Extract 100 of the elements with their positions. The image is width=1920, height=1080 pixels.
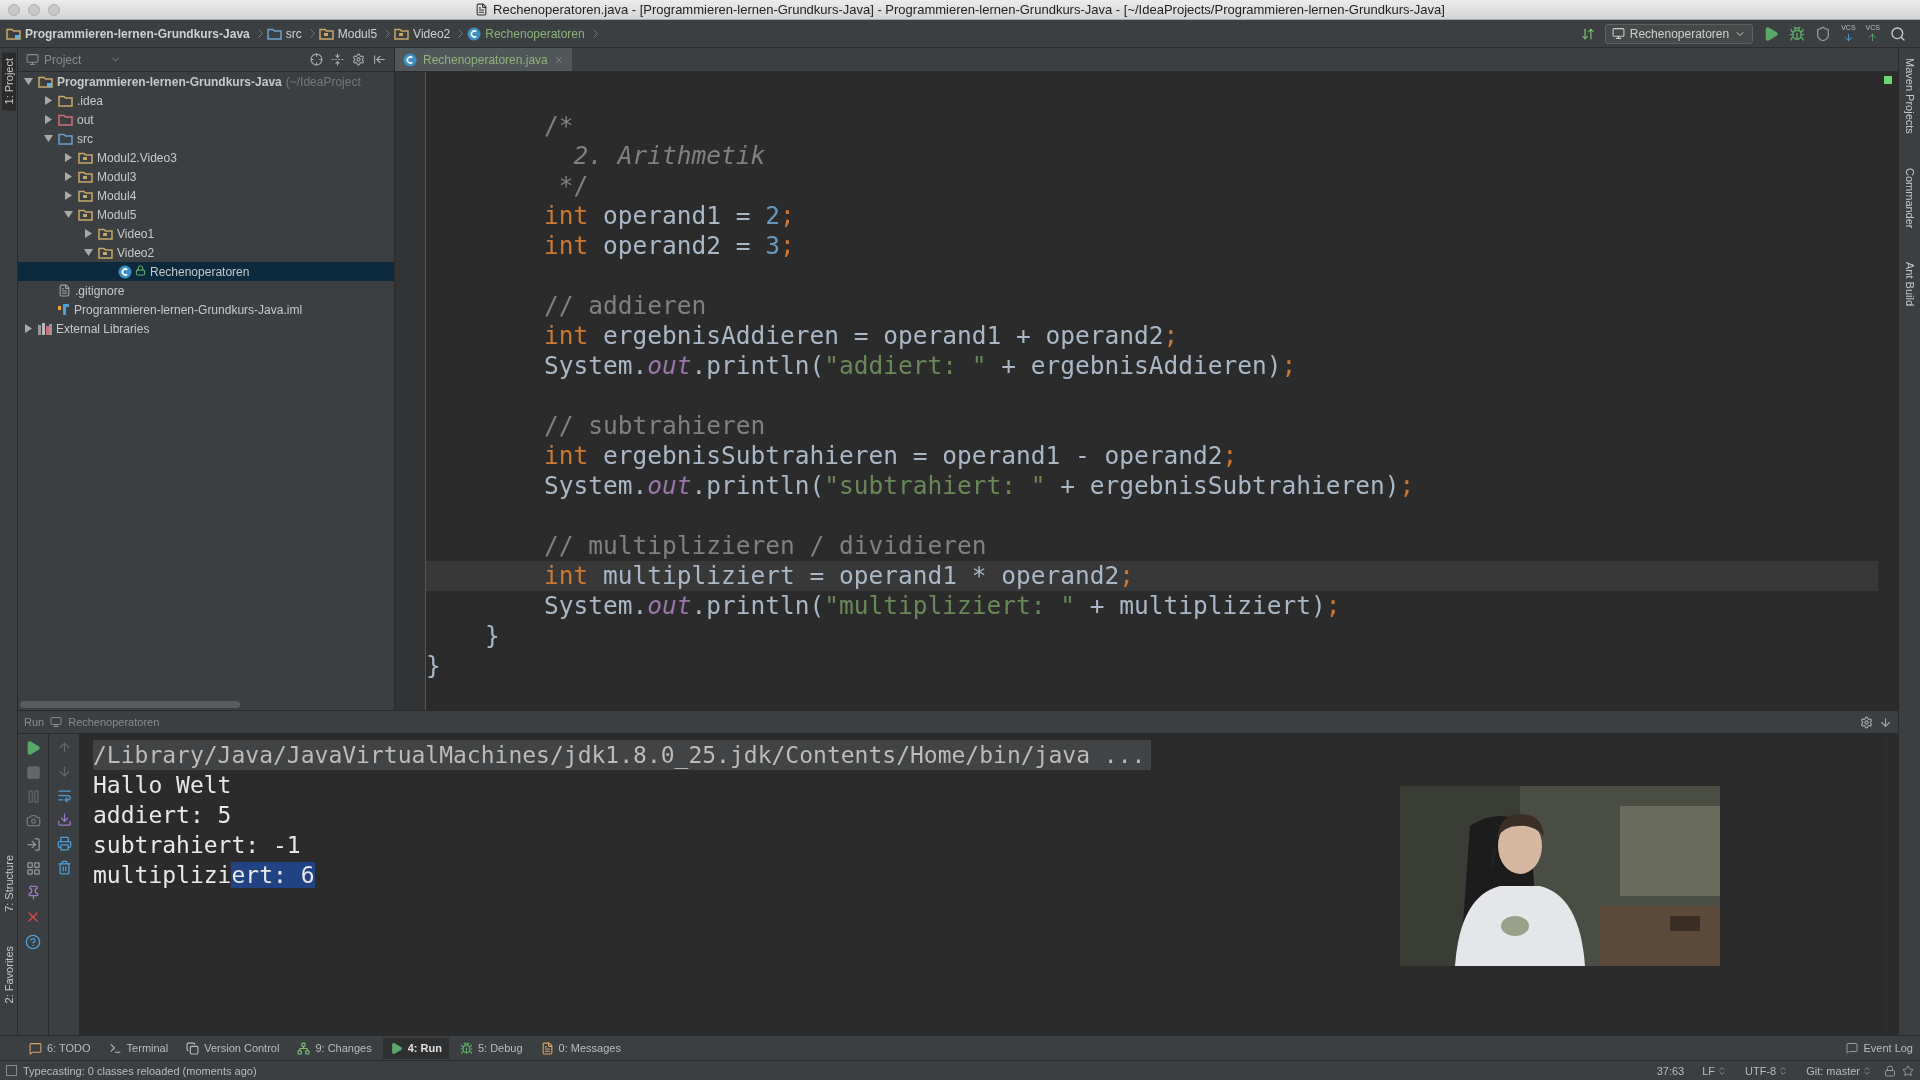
tree-item[interactable]: out [18,110,394,129]
code-line: } [485,621,500,650]
sort-icon [1580,26,1595,41]
tool-windows-toggle-icon[interactable] [6,1065,17,1076]
chevron-icon [592,28,598,38]
tool-window-tab[interactable]: 7: Structure [1,848,16,918]
folder-icon [58,94,73,107]
package-folder-icon [98,227,113,240]
code-line: // multiplizieren / dividieren [544,531,987,560]
tool-window-tab[interactable]: 2: Favorites [1,939,16,1009]
code-line: System.out.println("subtrahiert: " + ergebnisSubtrahieren); [544,471,1415,500]
tool-window-tab[interactable]: 6: TODO [22,1037,98,1059]
collapsed-arrow-icon[interactable] [23,324,33,333]
folder-icon [266,27,282,40]
tree-item-label: External Libraries [56,321,150,336]
tool-window-tab[interactable]: Commander [1902,161,1917,235]
tree-item[interactable]: Programmieren-lernen-Grundkurs-Java (~/IdeaProject [18,72,394,91]
tool-window-tab[interactable]: 5: Debug [452,1037,530,1059]
expanded-arrow-icon[interactable] [63,210,73,219]
status-message: Typecasting: 0 classes reloaded (moments ago) [23,1064,257,1077]
tree-item[interactable]: src [18,129,394,148]
tree-item[interactable]: Modul2.Video3 [18,148,394,167]
up-arrow-icon [56,740,72,755]
code-line: int ergebnisAddieren = operand1 + operand2; [544,321,1179,350]
tree-item[interactable]: Programmieren-lernen-Grundkurs-Java.iml [18,300,394,319]
search-button[interactable] [1890,25,1906,42]
window-title: Rechenoperatoren.java - [Programmieren-lernen-Grundkurs-Java] - Programmieren-lernen-Grundkurs-Java - [~/IdeaProjects/Programmieren-lernen-Grundkurs-Java] [493,2,1445,17]
package-folder-icon [394,27,410,40]
scrollbar-thumb[interactable] [20,701,240,708]
chevron-icon [385,28,391,38]
tool-window-tab[interactable]: Maven Projects [1902,52,1917,140]
tree-item[interactable]: Video2 [18,243,394,262]
status-item[interactable]: 37:63 [1650,1064,1691,1077]
event-log-tab[interactable]: Event Log [1839,1037,1920,1059]
locate-icon [310,53,323,66]
code-line: /* [544,111,574,140]
rerun-icon[interactable] [25,740,41,756]
chevron-icon [257,28,263,38]
tool-window-tab[interactable]: Terminal [101,1037,176,1059]
breadcrumb[interactable]: Modul5 [318,26,378,41]
tree-item[interactable]: External Libraries [18,319,394,338]
console-line: subtrahiert: -1 [93,831,301,860]
run-button[interactable] [1763,25,1780,42]
folder-icon [58,113,73,126]
breadcrumb[interactable]: Rechenoperatoren [467,26,585,41]
expanded-arrow-icon[interactable] [83,248,93,257]
collapsed-arrow-icon[interactable] [63,191,73,200]
tree-item[interactable]: Modul3 [18,167,394,186]
expanded-arrow-icon[interactable] [43,134,53,143]
tree-item[interactable]: Rechenoperatoren [18,262,394,281]
tree-item-label: src [77,131,93,146]
expanded-arrow-icon[interactable] [23,77,33,86]
collapse-icon [331,53,344,66]
tool-window-tab[interactable]: 0: Messages [533,1037,628,1059]
tree-item-label: .gitignore [75,283,125,298]
tree-item[interactable]: Modul5 [18,205,394,224]
collapsed-arrow-icon[interactable] [43,115,53,124]
tool-window-tab[interactable]: 4: Run [382,1037,449,1059]
run-icon [389,1041,403,1055]
collapsed-arrow-icon[interactable] [63,153,73,162]
breadcrumb[interactable]: src [266,26,302,41]
window-icon [1611,27,1625,40]
tree-item-label: Rechenoperatoren [150,264,250,279]
exit-icon [25,837,41,852]
code-line: } [426,651,441,680]
run-configuration-dropdown[interactable]: Rechenoperatoren [1604,23,1754,44]
status-item[interactable]: UTF-8 [1739,1064,1795,1077]
tool-window-tab[interactable]: Version Control [179,1037,287,1059]
code-line: int multipliziert = operand1 * operand2; [544,561,1135,590]
coverage-button[interactable] [1815,25,1832,42]
tree-item[interactable]: Video1 [18,224,394,243]
java-file-icon [475,3,489,16]
tree-item-label: Video1 [117,226,155,241]
debug-button[interactable] [1789,25,1806,42]
package-folder-icon [78,151,93,164]
tree-item-label: out [77,112,94,127]
tree-item-label: Modul4 [97,188,137,203]
tool-window-tab[interactable]: Ant Build [1902,256,1917,313]
collapsed-arrow-icon[interactable] [83,229,93,238]
down-arrow-icon [1842,32,1854,43]
console-line: addiert: 5 [93,801,232,830]
breadcrumb[interactable]: Programmieren-lernen-Grundkurs-Java [6,26,250,41]
code-line: */ [558,171,589,200]
tree-item[interactable]: .idea [18,91,394,110]
tree-item[interactable]: .gitignore [18,281,394,300]
messages-icon [540,1041,554,1055]
stop-icon [25,765,41,780]
tree-item[interactable]: Modul4 [18,186,394,205]
code-line: int ergebnisSubtrahieren = operand1 - operand2; [544,441,1238,470]
status-item[interactable]: LF [1696,1064,1734,1077]
status-item[interactable]: Git: master [1800,1064,1878,1077]
down-arrow-icon [56,764,72,779]
code-line: // addieren [544,291,707,320]
path-note: (~/IdeaProject [285,74,361,89]
tool-window-tab[interactable]: 1: Project [1,52,16,111]
code-line: int operand2 = 3; [544,231,795,260]
tool-window-tab[interactable]: 9: Changes [290,1037,379,1059]
collapsed-arrow-icon[interactable] [43,96,53,105]
collapsed-arrow-icon[interactable] [63,172,73,181]
breadcrumb[interactable]: Video2 [394,26,451,41]
